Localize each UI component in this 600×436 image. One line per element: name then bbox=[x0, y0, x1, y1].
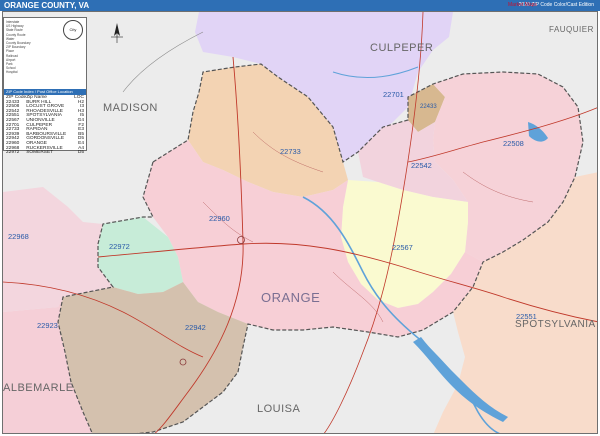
map-title: ORANGE COUNTY, VA bbox=[4, 1, 90, 10]
legend-key-list: Interstate US Highway State Route County… bbox=[6, 20, 61, 74]
zip-label-22923: 22923 bbox=[37, 321, 58, 330]
zip-label-22942: 22942 bbox=[185, 323, 206, 332]
zip-label-22960: 22960 bbox=[209, 214, 230, 223]
map-legend: Interstate US Highway State Route County… bbox=[3, 17, 87, 155]
zip-index-table: ZIP Code Zip Name LOC 22433 BURR HILL H2 2… bbox=[6, 95, 84, 156]
zip-label-22968: 22968 bbox=[8, 232, 29, 241]
neighbor-label-albemarle: ALBEMARLE bbox=[3, 382, 74, 394]
zip-label-22972: 22972 bbox=[109, 242, 130, 251]
neighbor-label-madison: MADISON bbox=[103, 102, 158, 114]
county-label-orange: ORANGE bbox=[261, 290, 321, 305]
zip-label-22542: 22542 bbox=[411, 161, 432, 170]
neighbor-label-fauquier: FAUQUIER bbox=[549, 25, 594, 34]
loc-cell: D5 bbox=[77, 150, 84, 156]
zip-label-22733: 22733 bbox=[280, 147, 301, 156]
legend-seal-icon: City bbox=[63, 20, 83, 40]
zip-name-cell: SOMERSET bbox=[26, 150, 54, 156]
neighbor-label-louisa: LOUISA bbox=[257, 403, 301, 415]
zip-label-22701: 22701 bbox=[383, 90, 404, 99]
north-arrow-icon bbox=[111, 23, 123, 43]
publisher-logo: Market Maps bbox=[508, 2, 537, 8]
table-row: 22972 SOMERSET D5 bbox=[6, 150, 84, 156]
zip-code-cell: 22972 bbox=[6, 150, 20, 156]
zip-label-22508: 22508 bbox=[503, 139, 524, 148]
zip-label-22567: 22567 bbox=[392, 243, 413, 252]
zip-label-22551: 22551 bbox=[516, 312, 537, 321]
map-frame[interactable]: CULPEPER MADISON FAUQUIER SPOTSYLVANIA A… bbox=[2, 11, 598, 434]
legend-key-item: Hospital bbox=[6, 70, 18, 75]
zip-label-22433: 22433 bbox=[420, 104, 437, 110]
map-canvas[interactable] bbox=[3, 12, 598, 434]
map-page: ORANGE COUNTY, VA 2020 ZIP Code Color/Ca… bbox=[0, 0, 600, 436]
neighbor-label-culpeper: CULPEPER bbox=[370, 42, 434, 54]
